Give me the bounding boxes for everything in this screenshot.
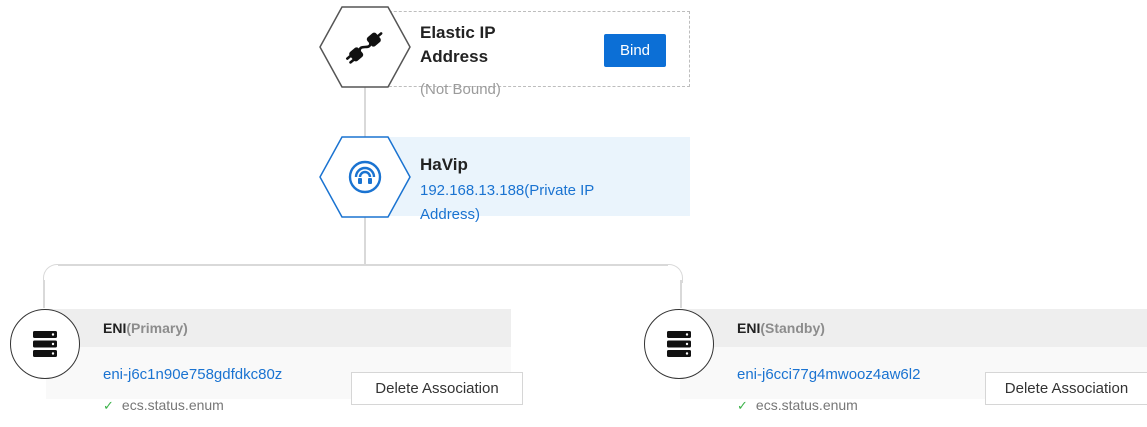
eni-standby-header: ENI(Standby) (680, 309, 1147, 347)
eni-primary-header: ENI(Primary) (46, 309, 511, 347)
eni-standby-id-link[interactable]: eni-j6cci77g4mwooz4aw6l2 (737, 366, 920, 383)
connector-right-down (680, 280, 682, 308)
eni-standby-status: ✓ ecs.status.enum (737, 397, 858, 413)
delete-association-button-primary[interactable]: Delete Association (351, 372, 523, 405)
eni-primary-status: ✓ ecs.status.enum (103, 397, 224, 413)
wifi-headset-icon (319, 136, 411, 218)
delete-association-button-standby[interactable]: Delete Association (985, 372, 1147, 405)
eip-status: (Not Bound) (420, 81, 501, 98)
check-icon: ✓ (103, 398, 114, 413)
eni-primary-id-link[interactable]: eni-j6c1n90e758gdfdkc80z (103, 366, 282, 383)
server-icon (644, 309, 714, 379)
server-icon (10, 309, 80, 379)
connector-left-corner (43, 264, 62, 283)
connector-horizontal (58, 264, 668, 266)
link-plug-icon (319, 6, 411, 88)
check-icon: ✓ (737, 398, 748, 413)
connector-left-down (43, 280, 45, 308)
bind-button[interactable]: Bind (604, 34, 666, 67)
havip-ip: 192.168.13.188(Private IP Address) (420, 182, 595, 223)
connector-havip-down (364, 213, 366, 265)
eip-title: Elastic IP Address (420, 23, 496, 66)
havip-title: HaVip (420, 155, 468, 174)
